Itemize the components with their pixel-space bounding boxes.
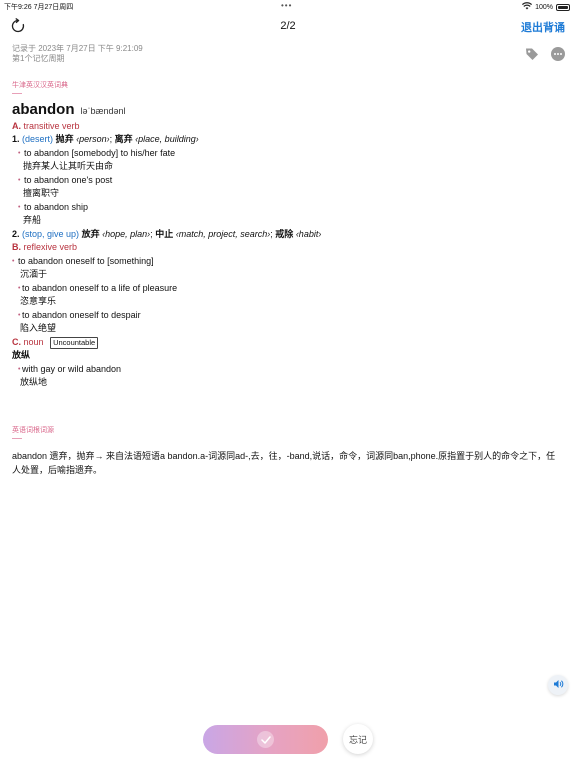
example-en: to abandon oneself to a life of pleasure <box>12 282 562 296</box>
sense-translation: 放弃 <box>81 228 100 239</box>
speaker-icon <box>553 676 564 694</box>
pos-noun: C. noun Uncountable <box>12 336 562 350</box>
remember-button[interactable] <box>203 725 328 754</box>
sense-object: ‹person› <box>76 134 110 144</box>
sense-translation: 戒除 <box>275 228 294 239</box>
sense-separator: ; <box>109 134 113 144</box>
example-en: to abandon one's post <box>12 174 562 188</box>
example-zh: 弃船 <box>23 215 42 225</box>
sense-object: ‹hope, plan› <box>102 228 151 239</box>
tag-icon[interactable] <box>525 47 539 61</box>
battery-percent: 100% <box>535 3 553 11</box>
dictionary-source-rule <box>12 93 22 94</box>
headword: abandon <box>12 101 75 118</box>
check-icon <box>257 731 274 748</box>
status-bar: 下午9:26 7月27日周四 ••• 100% <box>0 0 576 12</box>
memory-cycle: 第1个记忆周期 <box>12 54 65 63</box>
pos-transitive-verb: A. transitive verb <box>12 120 562 134</box>
pos-label: transitive verb <box>23 120 80 131</box>
recorded-time: 记录于 2023年 7月27日 下午 9:21:09 <box>12 44 143 53</box>
sense-gloss: (desert) <box>22 134 54 144</box>
exit-recite-button[interactable]: 退出背诵 <box>521 19 565 35</box>
pos-label: reflexive verb <box>23 242 78 252</box>
sense-object: ‹place, building› <box>135 134 199 144</box>
sense-translation: 抛弃 <box>55 134 74 144</box>
sense-object: ‹match, project, search› <box>175 228 271 239</box>
wifi-icon <box>522 2 533 12</box>
pos-reflexive-verb: B. reflexive verb <box>12 241 562 255</box>
pos-letter: C. <box>12 336 21 347</box>
page-counter: 2/2 <box>280 20 296 32</box>
speaker-button[interactable] <box>548 675 568 695</box>
example-zh: 放纵地 <box>20 377 48 387</box>
example-zh: 恣意享乐 <box>20 296 57 306</box>
uncountable-badge: Uncountable <box>50 336 99 349</box>
noun-translation: 放纵 <box>12 350 31 360</box>
dictionary-entry: abandon ləˈbændənl A. transitive verb 1.… <box>12 101 562 390</box>
example-zh: 陷入绝望 <box>20 323 57 333</box>
pos-label: noun <box>23 336 44 347</box>
sense-gloss: (stop, give up) <box>22 228 80 239</box>
pos-letter: A. <box>12 120 21 131</box>
etymology-text: abandon 遗弃，抛弃→ 来自法语短语a bandon.a-词源同ad-,去… <box>12 451 556 475</box>
status-time-date: 下午9:26 7月27日周四 <box>4 4 74 11</box>
multitasking-dots[interactable]: ••• <box>281 1 292 10</box>
example-en: to abandon [somebody] to his/her fate <box>12 147 562 161</box>
sense-number: 2. <box>12 228 20 239</box>
status-right: 100% <box>522 2 570 12</box>
example-en: to abandon oneself to despair <box>12 309 562 323</box>
example-zh: 沉湎于 <box>20 269 48 279</box>
sense-1: 1. (desert) 抛弃 ‹person›; 离弃 ‹place, buil… <box>12 133 562 147</box>
example-en: to abandon oneself to [something] <box>12 255 562 269</box>
record-meta: 记录于 2023年 7月27日 下午 9:21:09 第1个记忆周期 <box>12 44 143 64</box>
battery-icon <box>556 3 570 11</box>
headword-row: abandon ləˈbændənl <box>12 101 562 119</box>
example-en: to abandon ship <box>12 201 562 215</box>
sense-2: 2. (stop, give up) 放弃 ‹hope, plan›; 中止 ‹… <box>12 228 562 242</box>
sense-translation: 中止 <box>155 228 174 239</box>
etymology-source-rule <box>12 438 22 439</box>
etymology-source-label: 英语词根词源 <box>12 427 54 434</box>
more-options-icon[interactable] <box>551 47 565 61</box>
sense-object: ‹habit› <box>295 228 322 239</box>
forget-button[interactable]: 忘记 <box>343 724 373 754</box>
dictionary-source-label: 牛津英汉汉英词典 <box>12 82 68 89</box>
example-en: with gay or wild abandon <box>12 363 562 377</box>
sense-number: 1. <box>12 134 20 144</box>
sense-separator: ; <box>270 228 273 239</box>
example-zh: 抛弃某人让其听天由命 <box>23 161 114 171</box>
nav-bar: 2/2 退出背诵 <box>0 14 576 40</box>
sense-translation: 离弃 <box>114 134 133 144</box>
example-zh: 擅离职守 <box>23 188 60 198</box>
pos-letter: B. <box>12 242 21 252</box>
sense-separator: ; <box>150 228 153 239</box>
phonetic: ləˈbændənl <box>80 106 126 116</box>
